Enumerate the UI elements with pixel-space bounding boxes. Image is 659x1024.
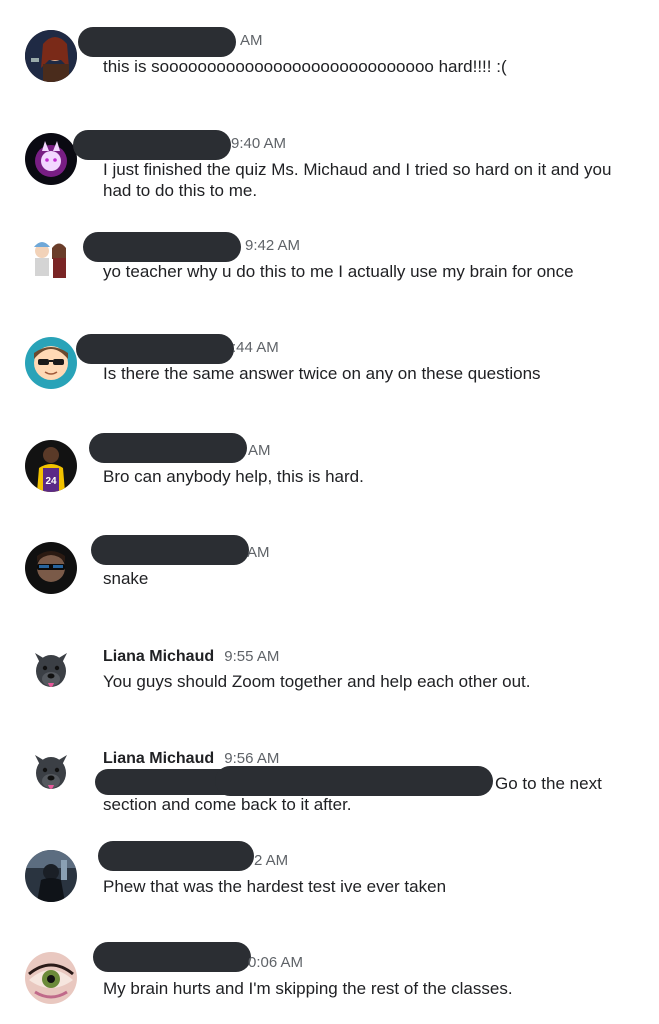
user-avatar[interactable]: [25, 645, 77, 697]
user-avatar[interactable]: [25, 542, 77, 594]
redacted-text: [215, 766, 493, 796]
redacted-name: [76, 334, 234, 364]
sender-name: Liana Michaud: [103, 750, 215, 767]
message-text: snake: [103, 569, 149, 588]
message-meta: 9:42 AM: [245, 235, 300, 257]
message-time: 9:40 AM: [231, 135, 287, 152]
message-time: 0:06 AM: [248, 954, 304, 971]
message-time: AM: [240, 32, 263, 49]
redacted-name: [89, 433, 247, 463]
message-meta: AM: [247, 542, 270, 564]
message-meta: 2 AM: [254, 850, 288, 872]
message-text: Is there the same answer twice on any on…: [103, 364, 541, 383]
message-text: yo teacher why u do this to me I actuall…: [103, 262, 574, 281]
user-avatar[interactable]: [25, 952, 77, 1004]
user-avatar[interactable]: [25, 235, 77, 287]
message-time: :44 AM: [232, 339, 279, 356]
message-meta: AM: [248, 440, 271, 462]
message-time: 9:42 AM: [245, 237, 301, 254]
message-meta: Liana Michaud 9:55 AM: [103, 646, 279, 668]
message-time: 9:55 AM: [224, 648, 280, 665]
message-text: section and come back to it after.: [103, 795, 352, 814]
message-time: 2 AM: [254, 852, 289, 869]
user-avatar[interactable]: [25, 337, 77, 389]
redacted-name: [73, 130, 231, 160]
redacted-name: [78, 27, 236, 57]
svg-text:24: 24: [45, 476, 57, 487]
message-meta: AM: [240, 30, 263, 52]
user-avatar[interactable]: [25, 850, 77, 902]
message-meta: 0:06 AM: [248, 952, 303, 974]
message-meta: :44 AM: [232, 337, 279, 359]
user-avatar[interactable]: [25, 747, 77, 799]
message-text: Bro can anybody help, this is hard.: [103, 467, 364, 486]
message-time: 9:56 AM: [224, 750, 280, 767]
user-avatar[interactable]: [25, 133, 77, 185]
message-text-end: Go to the next: [495, 774, 602, 793]
message-text: I just finished the quiz Ms. Michaud and…: [103, 160, 612, 200]
message-text: this is sooooooooooooooooooooooooooooo h…: [103, 57, 507, 76]
redacted-name: [93, 942, 251, 972]
message-text: My brain hurts and I'm skipping the rest…: [103, 979, 513, 998]
message-meta: 9:40 AM: [231, 133, 286, 155]
user-avatar[interactable]: [25, 30, 77, 82]
message-time: AM: [248, 442, 271, 459]
redacted-name: [83, 232, 241, 262]
sender-name: Liana Michaud: [103, 648, 215, 665]
message-text: Phew that was the hardest test ive ever …: [103, 877, 447, 896]
user-avatar[interactable]: 24: [25, 440, 77, 492]
message-text: You guys should Zoom together and help e…: [103, 672, 531, 691]
redacted-name: [98, 841, 254, 871]
message-time: AM: [247, 544, 270, 561]
redacted-name: [91, 535, 249, 565]
